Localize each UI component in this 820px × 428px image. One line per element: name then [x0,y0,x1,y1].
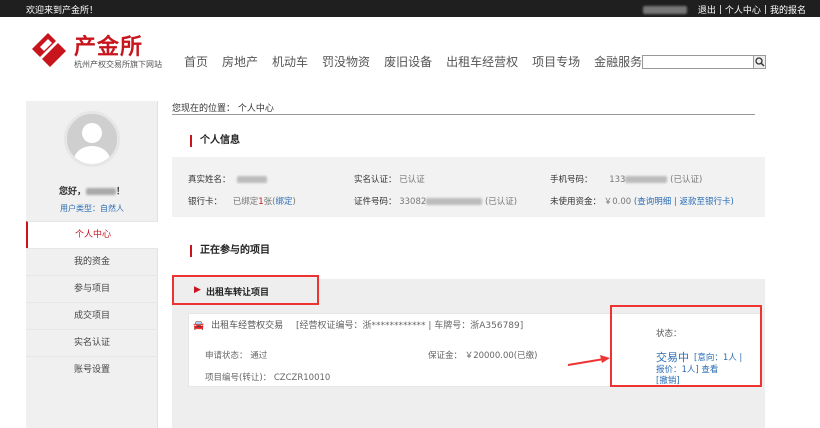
top-bar-links: 退出 | 个人中心 | 我的报名 [642,3,806,16]
project-number: 项目编号(转让)： CZCZR10010 [205,373,331,383]
real-name-blurred [237,176,268,183]
sidebar-item-closed-projects[interactable]: 成交项目 [26,302,158,329]
sidebar-item-joined-projects[interactable]: 参与项目 [26,275,158,302]
deposit: 保证金： ￥20000.00(已缴) [428,351,538,361]
greeting: 您好， ！ [26,184,158,197]
project-tab-taxi[interactable]: ▶ 出租车转让项目 [172,275,319,305]
site-logo[interactable]: 产金所 杭州产权交易所旗下网站 [28,27,178,77]
project-name: 出租车经营权交易 [211,321,284,331]
nav-equipment[interactable]: 废旧设备 [384,53,432,70]
unused-funds-field: 未使用资金： ￥0.00 (查询明细 | 返款至银行卡) [550,195,734,207]
apply-status: 申请状态： 通过 [205,351,268,361]
separator: | [763,4,767,15]
username-blurred [642,5,687,14]
phone-blurred [625,176,668,183]
project-status-box: 状态： 交易中 [意向：1人 | 报价：1人] 查看 [撤销] [610,305,762,387]
logout-link[interactable]: 退出 [698,3,716,16]
projects-title: 正在参与的项目 [190,245,270,257]
sidebar-item-personal-center[interactable]: 个人中心 [26,221,158,248]
sidebar-menu: 个人中心 我的资金 参与项目 成交项目 实名认证 账号设置 [26,221,158,383]
search-box [642,55,766,69]
nav-confiscated[interactable]: 罚没物资 [322,53,370,70]
phone-label: 手机号码： [550,175,593,185]
id-label: 证件号码： [354,197,397,207]
search-icon [754,57,764,67]
top-bar: 欢迎来到产金所！ 退出 | 个人中心 | 我的报名 [0,0,820,17]
project-tab-label: 出租车转让项目 [206,288,270,298]
project-meta: [经营权证编号：浙************ | 车牌号：浙A356789] [295,321,524,331]
user-type: 用户类型：自然人 [60,204,124,213]
funds-label: 未使用资金： [550,197,602,207]
welcome-text: 欢迎来到产金所！ [26,6,99,16]
breadcrumb: 您现在的位置： 个人中心 [172,101,755,115]
realname-auth-label: 实名认证： [354,175,397,185]
avatar [64,111,120,167]
bank-label: 银行卡： [188,197,223,207]
nav-special[interactable]: 项目专场 [532,53,580,70]
logo-mark-icon [32,33,66,67]
sidebar-item-verification[interactable]: 实名认证 [26,329,158,356]
personal-info-title: 个人信息 [190,135,240,147]
phone-prefix: 133 [609,175,626,185]
cancel-link[interactable]: [撤销] [656,374,680,386]
id-prefix: 33082 [399,197,427,207]
bind-card-link[interactable]: 绑定 [275,197,292,207]
logo-name: 产金所 [74,35,144,60]
username-blurred [86,188,116,195]
sidebar: 您好， ！ 用户类型：自然人 个人中心 我的资金 参与项目 成交项目 实名认证 账… [26,101,158,428]
id-number-field: 证件号码： 33082 (已认证) [354,195,517,207]
main-content: 您好， ！ 用户类型：自然人 个人中心 我的资金 参与项目 成交项目 实名认证 账… [0,95,820,428]
id-status: (已认证) [484,197,518,207]
sidebar-item-my-funds[interactable]: 我的资金 [26,248,158,275]
real-name-field: 真实姓名： [188,173,268,185]
id-blurred [426,198,483,205]
flag-icon: ▶ [194,285,201,295]
realname-auth-value: 已认证 [399,175,425,185]
site-header: 产金所 杭州产权交易所旗下网站 首页 房地产 机动车 罚没物资 废旧设备 出租车… [0,17,820,95]
search-input[interactable] [643,56,753,68]
separator: | [718,4,722,15]
nav-home[interactable]: 首页 [184,53,208,70]
real-name-label: 真实姓名： [188,175,231,185]
bank-close: ) [292,197,296,207]
intent-count-link[interactable]: [意向：1人 | [694,351,742,363]
funds-value: ￥0.00 [603,197,632,207]
status-label: 状态： [656,329,682,339]
greeting-suffix: ！ [116,187,126,197]
nav-real-estate[interactable]: 房地产 [222,53,258,70]
refund-to-card-link[interactable]: 返款至银行卡 [679,197,730,207]
phone-status: (已认证) [670,175,703,185]
realname-auth-field: 实名认证： 已认证 [354,173,425,185]
nav-vehicles[interactable]: 机动车 [272,53,308,70]
main-nav: 首页 房地产 机动车 罚没物资 废旧设备 出租车经营权 项目专场 金融服务 [184,53,642,70]
phone-field: 手机号码： 133 (已认证) [550,173,702,185]
nav-taxi-rights[interactable]: 出租车经营权 [446,53,518,70]
logo-subtitle: 杭州产权交易所旗下网站 [74,60,162,69]
bank-prefix: 已绑定 [232,197,259,207]
bank-card-field: 银行卡： 已绑定1张(绑定) [188,195,296,207]
bank-suffix: 张( [263,197,276,207]
personal-info-panel: 真实姓名： 实名认证： 已认证 手机号码： 133 (已认证) 银行卡： 已绑定… [172,157,765,217]
greeting-prefix: 您好， [58,187,86,197]
project-card-header: 🚘 出租车经营权交易 [经营权证编号：浙************ | 车牌号：浙… [193,318,523,331]
avatar-placeholder-icon [67,114,117,164]
funds-sep: | [673,197,677,207]
my-registration-link[interactable]: 我的报名 [770,3,806,16]
sidebar-item-account-settings[interactable]: 账号设置 [26,356,158,383]
arrow-right-icon [567,355,610,366]
view-details-link[interactable]: 查询明细 [637,197,671,207]
nav-finance[interactable]: 金融服务 [594,53,642,70]
personal-center-link[interactable]: 个人中心 [725,3,761,16]
funds-close: ) [730,197,734,207]
car-icon: 🚘 [193,321,205,331]
search-button[interactable] [753,56,765,68]
